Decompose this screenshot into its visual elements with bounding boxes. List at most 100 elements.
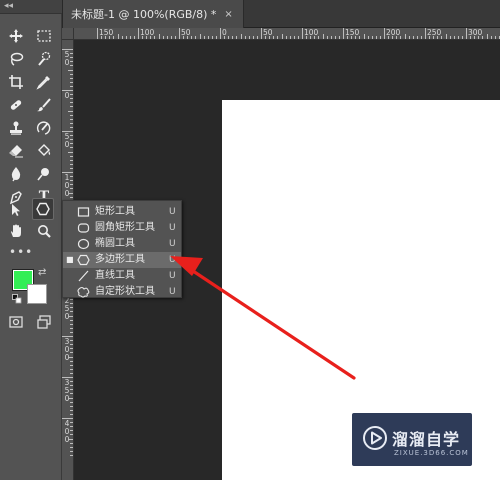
blur-tool[interactable] xyxy=(5,163,27,185)
ruler-tick xyxy=(70,430,73,432)
quick-select-tool[interactable] xyxy=(33,48,55,70)
zoom-tool[interactable] xyxy=(33,220,55,242)
ruler-tick xyxy=(70,331,73,333)
rounded-rectangle-icon xyxy=(77,223,90,233)
ruler-tick xyxy=(179,28,180,39)
dodge-tool[interactable] xyxy=(33,163,55,185)
flyout-item-rectangle[interactable]: 矩形工具 U xyxy=(63,204,181,220)
flyout-item-ellipse[interactable]: 椭圆工具 U xyxy=(63,236,181,252)
ruler-tick xyxy=(191,36,193,39)
ruler-tick xyxy=(70,385,73,387)
ruler-tick xyxy=(486,34,488,39)
eyedropper-tool[interactable] xyxy=(33,71,55,93)
ruler-tick xyxy=(70,122,73,124)
screen-mode-icon xyxy=(37,315,51,329)
ruler-tick xyxy=(70,147,73,149)
collapse-icon[interactable]: ◂◂ xyxy=(4,1,13,11)
ruler-tick xyxy=(70,53,73,55)
ruler-tick xyxy=(265,36,267,39)
brush-icon xyxy=(37,98,51,112)
flyout-item-shortcut: U xyxy=(169,287,176,297)
background-color-swatch[interactable] xyxy=(27,284,47,304)
ruler-tick xyxy=(70,85,73,87)
flyout-item-rounded-rectangle[interactable]: 圆角矩形工具 U xyxy=(63,220,181,236)
history-brush-tool[interactable] xyxy=(33,117,55,139)
flyout-item-shortcut: U xyxy=(169,271,176,281)
crop-icon xyxy=(9,75,23,89)
ruler-tick xyxy=(70,303,73,305)
flyout-item-custom-shape[interactable]: 自定形状工具 U xyxy=(63,284,181,300)
document-tab-bar: 未标题-1 @ 100%(RGB/8) * × xyxy=(63,0,500,28)
ruler-tick xyxy=(347,36,349,39)
ruler-tick xyxy=(70,311,73,313)
flyout-item-line[interactable]: 直线工具 U xyxy=(63,268,181,284)
ruler-tick xyxy=(261,28,262,39)
ruler-tick xyxy=(70,442,73,444)
ruler-tick xyxy=(70,344,73,346)
swap-colors-icon[interactable]: ⇄ xyxy=(38,267,46,278)
path-selection-tool[interactable] xyxy=(5,199,27,221)
marquee-tool[interactable] xyxy=(33,25,55,47)
shape-tool[interactable] xyxy=(32,198,54,220)
lasso-tool[interactable] xyxy=(5,48,27,70)
ruler-tick xyxy=(289,36,291,39)
ruler-tick xyxy=(441,36,443,39)
eyedropper-icon xyxy=(36,76,50,90)
ruler-tick xyxy=(490,36,492,39)
quick-mask-button[interactable] xyxy=(5,311,27,333)
custom-shape-icon xyxy=(77,286,90,298)
ruler-tick xyxy=(138,28,139,39)
ruler-tick xyxy=(224,36,226,39)
ruler-tick xyxy=(70,65,73,67)
ruler-tick xyxy=(412,36,414,39)
ruler-left-label: 1 0 0 xyxy=(64,173,70,198)
ruler-tick xyxy=(62,90,73,91)
ruler-tick xyxy=(293,36,295,39)
ruler-tick xyxy=(244,36,246,39)
ruler-tick xyxy=(400,36,402,39)
ruler-tick xyxy=(334,36,336,39)
brush-tool[interactable] xyxy=(33,94,55,116)
ruler-tick xyxy=(70,393,73,395)
horizontal-ruler[interactable]: 15010050050100150200250300350400450 xyxy=(74,28,500,40)
ruler-tick xyxy=(371,36,373,39)
move-tool[interactable] xyxy=(5,25,27,47)
eraser-tool[interactable] xyxy=(5,140,27,162)
crop-tool[interactable] xyxy=(5,71,27,93)
close-icon[interactable]: × xyxy=(224,9,232,20)
more-tools-icon[interactable]: ••• xyxy=(9,245,33,259)
paint-bucket-tool[interactable] xyxy=(33,140,55,162)
ruler-tick xyxy=(437,36,439,39)
screen-mode-button[interactable] xyxy=(33,311,55,333)
ruler-tick xyxy=(269,36,271,39)
hand-icon xyxy=(11,224,21,237)
ruler-tick xyxy=(70,114,73,116)
ruler-tick xyxy=(70,139,73,141)
ruler-tick xyxy=(232,36,234,39)
ruler-tick xyxy=(466,28,467,39)
document-tab[interactable]: 未标题-1 @ 100%(RGB/8) * × xyxy=(63,0,244,28)
ruler-tick xyxy=(70,413,73,415)
tools-panel-header[interactable]: ◂◂ xyxy=(0,0,62,14)
ellipse-icon xyxy=(77,238,90,250)
healing-brush-tool[interactable] xyxy=(5,94,27,116)
quick-mask-icon xyxy=(9,316,23,328)
ruler-tick xyxy=(248,36,250,39)
ruler-tick xyxy=(379,36,381,39)
ruler-tick xyxy=(70,422,73,424)
flyout-item-shortcut: U xyxy=(169,239,176,249)
default-colors-icon[interactable] xyxy=(12,294,22,304)
ruler-tick xyxy=(70,426,73,428)
hand-tool[interactable] xyxy=(5,220,27,242)
ruler-tick xyxy=(70,327,73,329)
ruler-tick xyxy=(392,36,394,39)
clone-stamp-tool[interactable] xyxy=(5,117,27,139)
flyout-item-polygon[interactable]: ■ 多边形工具 U xyxy=(63,252,181,268)
line-icon xyxy=(78,270,89,282)
ruler-tick xyxy=(211,36,213,39)
ruler-tick xyxy=(425,28,426,39)
lasso-icon xyxy=(10,52,24,66)
ruler-corner[interactable] xyxy=(62,28,74,40)
ruler-tick xyxy=(474,36,476,39)
ruler-tick xyxy=(384,28,385,39)
